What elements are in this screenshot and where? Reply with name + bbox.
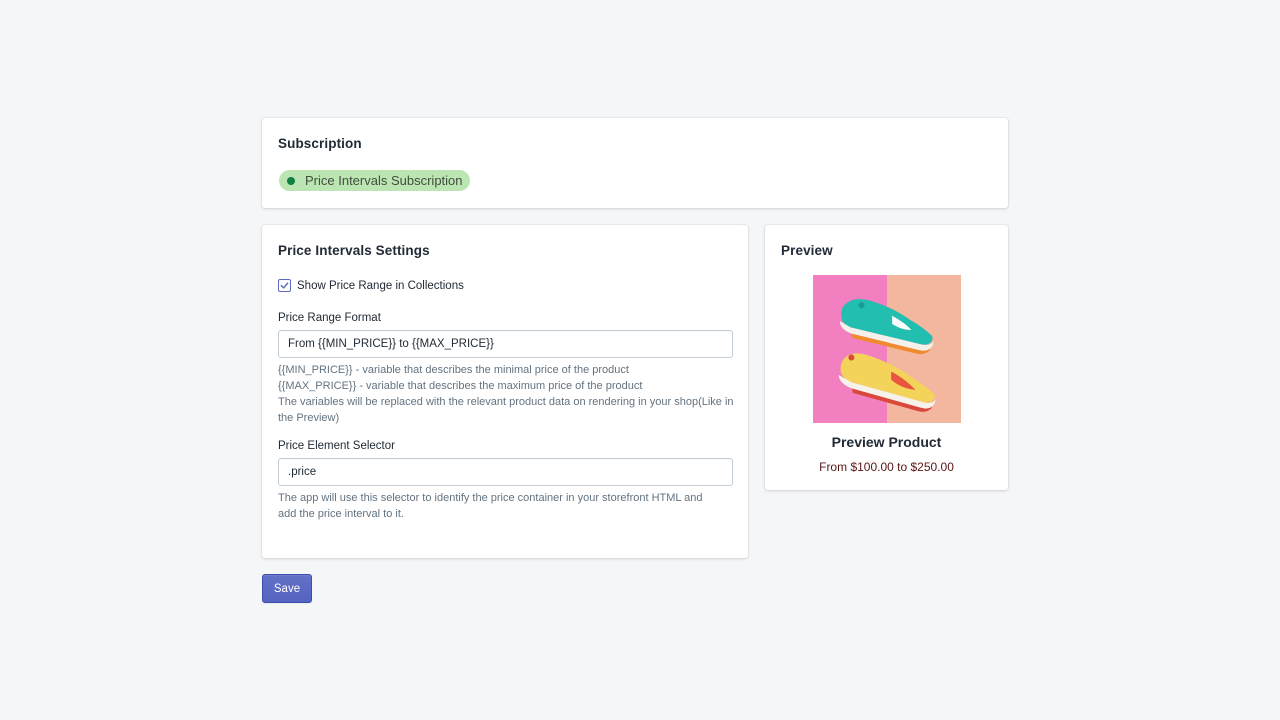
show-price-range-checkbox[interactable] bbox=[278, 279, 291, 292]
price-range-format-label: Price Range Format bbox=[278, 312, 381, 324]
preview-product-price: From $100.00 to $250.00 bbox=[819, 460, 954, 474]
preview-product-name: Preview Product bbox=[831, 434, 942, 450]
sneakers-image-icon bbox=[813, 275, 961, 423]
subscription-title: Subscription bbox=[278, 136, 362, 151]
preview-card: Preview Preview Product From $100.00 to … bbox=[765, 225, 1008, 490]
variables-replace-help: The variables will be replaced with the … bbox=[278, 396, 734, 424]
subscription-card: Subscription Price Intervals Subscriptio… bbox=[262, 118, 1008, 208]
product-image bbox=[813, 275, 961, 423]
status-dot-icon bbox=[287, 176, 295, 185]
settings-title: Price Intervals Settings bbox=[278, 243, 430, 258]
preview-title: Preview bbox=[781, 243, 833, 258]
save-button[interactable]: Save bbox=[262, 574, 312, 603]
price-element-selector-input[interactable] bbox=[278, 458, 733, 486]
min-price-help: {{MIN_PRICE}} - variable that describes … bbox=[278, 364, 629, 376]
subscription-status-badge: Price Intervals Subscription bbox=[279, 170, 470, 191]
show-price-range-checkbox-row[interactable]: Show Price Range in Collections bbox=[278, 279, 464, 292]
price-intervals-settings-card: Price Intervals Settings Show Price Rang… bbox=[262, 225, 748, 558]
price-range-format-input[interactable] bbox=[278, 330, 733, 358]
max-price-help: {{MAX_PRICE}} - variable that describes … bbox=[278, 380, 643, 392]
price-range-format-help: {{MIN_PRICE}} - variable that describes … bbox=[278, 362, 738, 426]
price-element-selector-help: The app will use this selector to identi… bbox=[278, 492, 703, 520]
show-price-range-label: Show Price Range in Collections bbox=[297, 279, 464, 292]
price-element-selector-label: Price Element Selector bbox=[278, 440, 395, 452]
checkmark-icon bbox=[280, 282, 289, 289]
subscription-badge-label: Price Intervals Subscription bbox=[305, 173, 463, 188]
